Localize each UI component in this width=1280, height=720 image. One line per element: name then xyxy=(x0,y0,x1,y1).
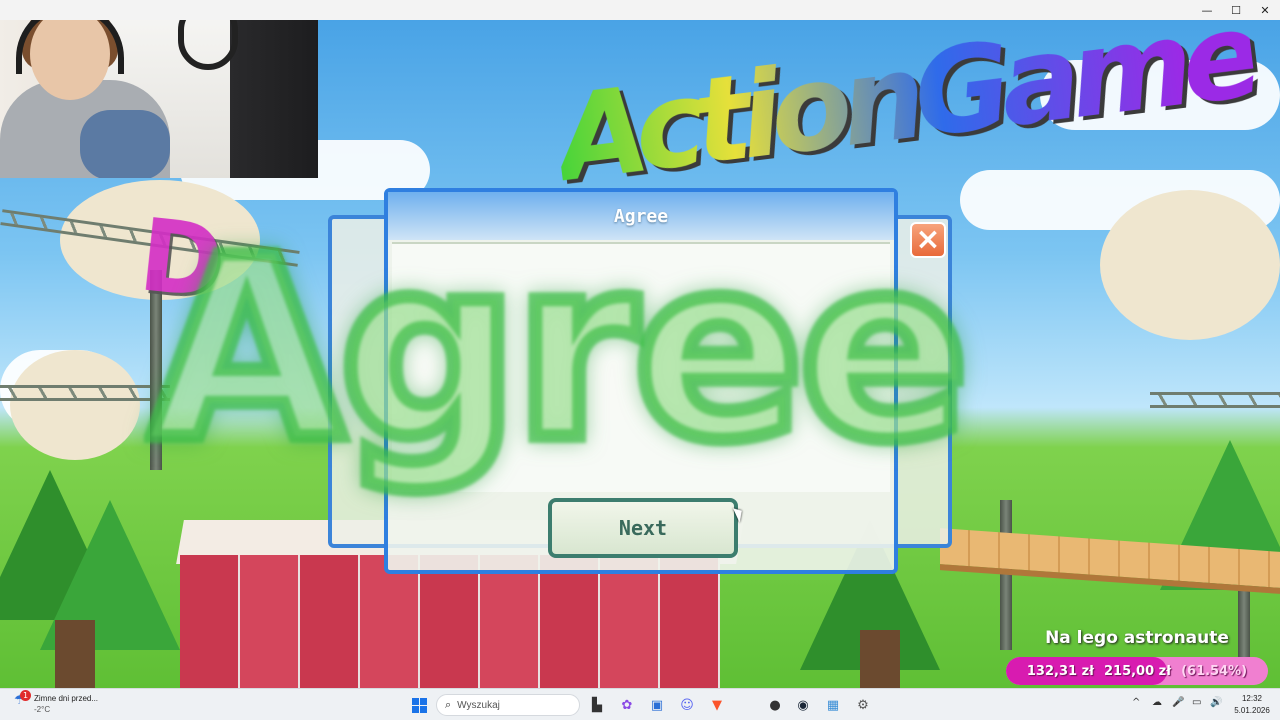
taskbar-search[interactable]: ⌕ Wyszukaj xyxy=(436,694,580,716)
taskbar-clock[interactable]: 12:32 5.01.2026 xyxy=(1232,693,1272,717)
game-app-icon[interactable]: ▦ xyxy=(822,694,844,716)
donation-goal-widget: Na lego astronaute 132,31 zł 215,00 zł (… xyxy=(1006,628,1268,685)
next-button-label: Next xyxy=(618,516,668,540)
notification-badge: 1 xyxy=(20,690,31,701)
weather-widget[interactable]: ☂ 1 Zimne dni przed... -2°C xyxy=(14,690,98,715)
donation-percent: (61.54%) xyxy=(1181,663,1248,679)
close-icon[interactable]: ✕ xyxy=(1248,0,1280,20)
clock-date: 5.01.2026 xyxy=(1234,706,1270,715)
search-icon: ⌕ xyxy=(445,698,452,711)
donation-goal-label: Na lego astronaute xyxy=(1045,628,1229,648)
weather-icon: ☂ 1 xyxy=(14,690,31,711)
donation-progress-text: 132,31 zł 215,00 zł (61.54%) xyxy=(1006,657,1268,685)
donation-progress-bar: 132,31 zł 215,00 zł (61.54%) xyxy=(1006,657,1268,685)
store-icon[interactable]: ▣ xyxy=(646,694,668,716)
dialog-body xyxy=(392,242,890,492)
window-titlebar: — ☐ ✕ xyxy=(0,0,1280,20)
weather-temperature: -2°C xyxy=(34,705,51,714)
close-icon: × xyxy=(915,222,941,257)
game-title-left: D xyxy=(134,196,223,321)
brave-icon[interactable]: ▼ xyxy=(706,694,728,716)
donation-goal: 215,00 zł xyxy=(1103,663,1172,679)
volume-icon[interactable]: 🔊 xyxy=(1210,697,1222,708)
tree-trunk xyxy=(860,630,900,688)
next-button[interactable]: Next xyxy=(548,498,738,558)
beige-cloud xyxy=(10,350,140,460)
webcam-overlay xyxy=(0,0,318,178)
beige-cloud xyxy=(1100,190,1280,340)
obs-icon[interactable]: ● xyxy=(764,694,786,716)
truss xyxy=(1150,392,1280,408)
tree-trunk xyxy=(55,620,95,688)
steam-icon[interactable]: ◉ xyxy=(792,694,814,716)
weather-text: Zimne dni przed... -2°C xyxy=(34,693,98,715)
microphone-icon[interactable]: 🎤 xyxy=(1172,697,1184,708)
copilot-icon[interactable]: ✿ xyxy=(616,694,638,716)
dialog-close-button[interactable]: × xyxy=(910,222,946,258)
network-icon[interactable]: ▭ xyxy=(1192,697,1201,708)
discord-icon[interactable]: ☺ xyxy=(676,694,698,716)
striped-stand xyxy=(180,555,720,688)
truss xyxy=(0,385,170,401)
start-button[interactable] xyxy=(408,694,430,716)
agree-dialog: Agree Next xyxy=(384,188,898,574)
tray-overflow-icon[interactable]: ^ xyxy=(1132,697,1140,708)
windows-logo-icon xyxy=(411,697,427,713)
search-placeholder: Wyszukaj xyxy=(457,699,500,711)
taskbar: ☂ 1 Zimne dni przed... -2°C ⌕ Wyszukaj ▙… xyxy=(0,688,1280,720)
clock-time: 12:32 xyxy=(1241,694,1263,703)
dialog-header: Agree xyxy=(388,192,894,240)
onedrive-icon[interactable]: ☁ xyxy=(1152,697,1162,708)
file-explorer-icon[interactable]: ▙ xyxy=(586,694,608,716)
settings-icon[interactable]: ⚙ xyxy=(852,694,874,716)
dialog-title: Agree xyxy=(613,205,669,227)
streamer-legs xyxy=(80,110,170,178)
weather-headline: Zimne dni przed... xyxy=(34,694,99,703)
donation-current: 132,31 zł xyxy=(1026,663,1094,679)
